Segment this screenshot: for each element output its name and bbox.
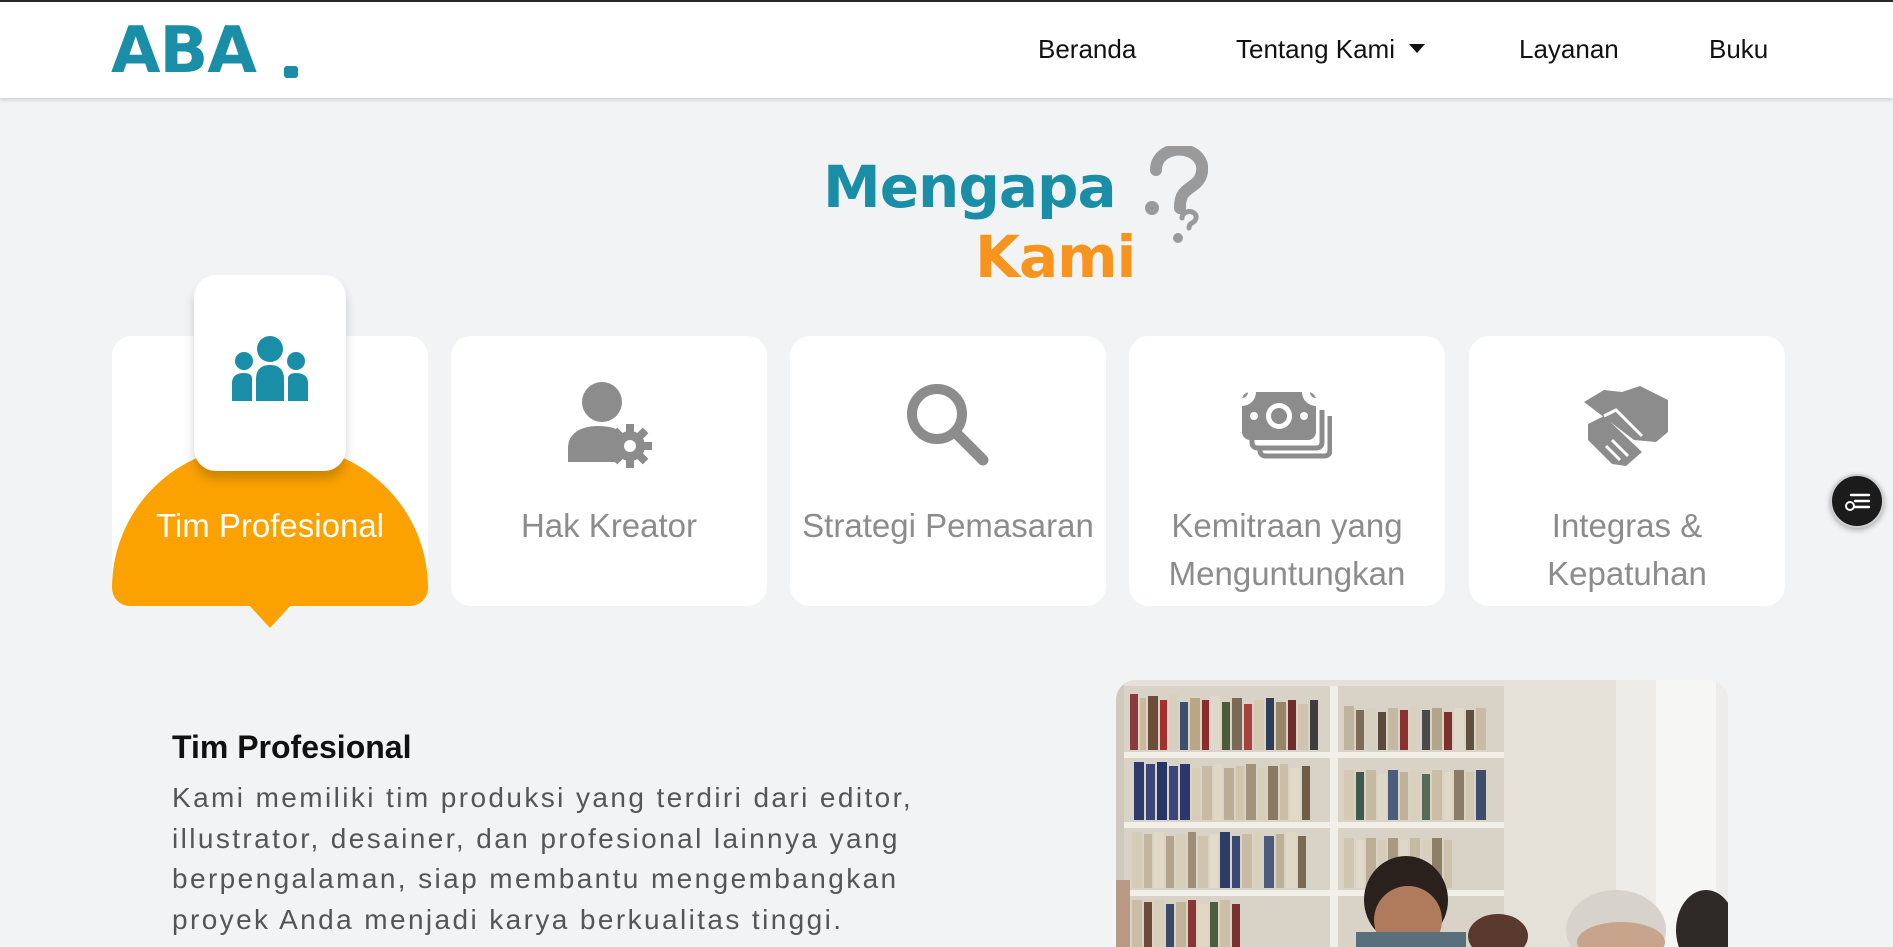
table-of-contents-button[interactable] (1830, 474, 1884, 528)
search-icon (907, 384, 989, 466)
icon-tile (194, 275, 346, 471)
active-pointer (248, 604, 292, 628)
feature-card-kemitraan[interactable]: Kemitraan yang Menguntungkan (1129, 336, 1445, 606)
detail-description: Kami memiliki tim produksi yang terdiri … (172, 782, 914, 935)
section-title-line1: Mengapa (823, 153, 1117, 221)
handshake-icon (1584, 386, 1668, 466)
nav-item-layanan[interactable]: Layanan (1519, 32, 1619, 66)
feature-card-tim-profesional[interactable]: Tim Profesional (112, 275, 428, 628)
nav-item-tentang-kami[interactable]: Tentang Kami (1236, 32, 1425, 66)
team-icon (232, 336, 308, 401)
money-icon (1242, 392, 1332, 459)
feature-card-integras[interactable]: Integras & Kepatuhan (1469, 336, 1785, 606)
feature-label: Kemitraan yang Menguntungkan (1168, 507, 1406, 592)
feature-card-strategi-pemasaran[interactable]: Strategi Pemasaran (790, 336, 1106, 606)
user-gear-icon (568, 382, 652, 468)
feature-label: Tim Profesional (155, 507, 385, 544)
question-mark-icon (1145, 146, 1208, 243)
logo[interactable]: ABA (111, 19, 257, 83)
feature-label: Hak Kreator (520, 507, 698, 544)
feature-label: Strategi Pemasaran (802, 507, 1094, 544)
nav-item-label: Tentang Kami (1236, 34, 1395, 64)
detail-title: Tim Profesional (172, 729, 412, 765)
caret-down-icon (1408, 43, 1425, 53)
navbar: ABA Beranda Tentang Kami Layanan Buku (0, 2, 1893, 98)
toc-list-icon (1845, 493, 1871, 511)
section-title-line2: Kami (975, 223, 1136, 291)
library-photo (1116, 680, 1728, 947)
nav-item-beranda[interactable]: Beranda (1038, 32, 1136, 66)
nav-item-buku[interactable]: Buku (1709, 32, 1768, 66)
logo-dot (284, 66, 298, 78)
feature-label: Integras & Kepatuhan (1547, 507, 1707, 592)
feature-card-hak-kreator[interactable]: Hak Kreator (451, 336, 767, 606)
